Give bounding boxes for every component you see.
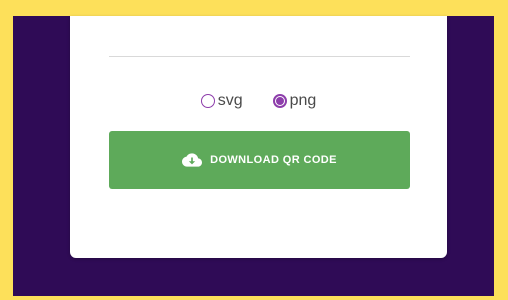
radio-option-png[interactable]: png (272, 92, 317, 110)
radio-svg-circle[interactable] (200, 94, 215, 108)
cloud-download-icon (182, 153, 203, 167)
format-radio-group: svg png (70, 90, 447, 112)
qr-download-card: svg png DOWNLOAD QR CODE (70, 16, 447, 258)
radio-svg-label: svg (217, 92, 243, 109)
outer-frame: svg png DOWNLOAD QR CODE (0, 0, 508, 300)
radio-option-svg[interactable]: svg (200, 92, 243, 110)
radio-png-label: png (289, 92, 317, 109)
divider (109, 56, 410, 57)
download-button-label: DOWNLOAD QR CODE (210, 154, 337, 166)
download-qr-code-button[interactable]: DOWNLOAD QR CODE (109, 131, 410, 189)
radio-png-circle[interactable] (272, 94, 287, 108)
